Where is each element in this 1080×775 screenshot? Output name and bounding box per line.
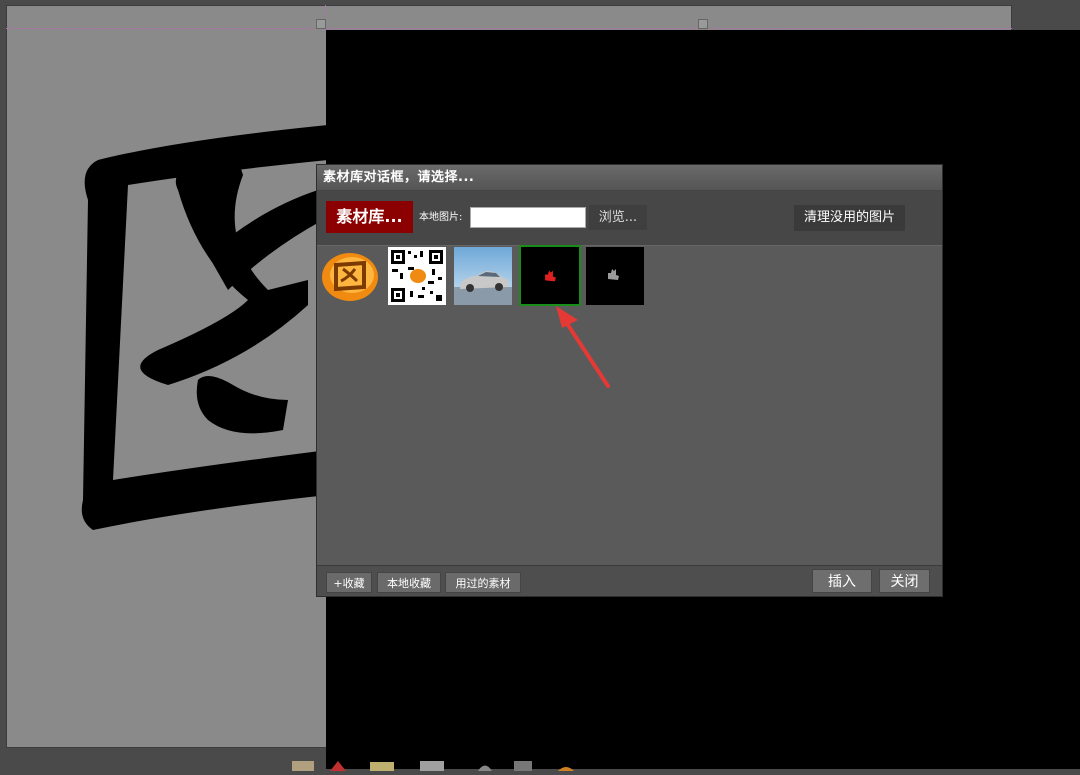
- local-favorites-button[interactable]: 本地收藏: [377, 572, 441, 593]
- red-hand-icon: [521, 247, 579, 304]
- cleanup-unused-images-button[interactable]: 清理没用的图片: [794, 205, 905, 231]
- dialog-footer: +收藏 本地收藏 用过的素材 插入 关闭: [317, 565, 942, 596]
- local-image-input[interactable]: [470, 207, 586, 228]
- resize-handle[interactable]: [316, 19, 326, 29]
- gallery-item[interactable]: [454, 247, 512, 305]
- library-button[interactable]: 素材库...: [326, 201, 413, 233]
- resize-handle[interactable]: [698, 19, 708, 29]
- add-favorite-button[interactable]: +收藏: [326, 572, 372, 593]
- material-gallery: [321, 245, 941, 319]
- dialog-title: 素材库对话框，请选择...: [317, 165, 942, 191]
- insert-button[interactable]: 插入: [812, 569, 872, 593]
- dialog-toolbar: 素材库... 本地图片: 浏览... 清理没用的图片: [317, 191, 942, 246]
- browse-button[interactable]: 浏览...: [589, 205, 647, 230]
- gallery-item[interactable]: [388, 247, 446, 305]
- car-photo-icon: [454, 247, 512, 305]
- gallery-item-selected[interactable]: [519, 245, 581, 306]
- tu-logo-icon: [321, 247, 379, 305]
- taskbar-icons: [290, 756, 590, 771]
- material-library-dialog: 素材库对话框，请选择... 素材库... 本地图片: 浏览... 清理没用的图片: [316, 164, 943, 597]
- guide-line-horizontal: [6, 28, 1012, 29]
- local-image-label: 本地图片:: [419, 212, 463, 223]
- close-button[interactable]: 关闭: [879, 569, 930, 593]
- gray-hand-icon: [586, 247, 644, 305]
- annotation-arrow-icon: [548, 302, 612, 392]
- qr-code-icon: [388, 247, 446, 305]
- gallery-item[interactable]: [321, 247, 379, 305]
- used-materials-button[interactable]: 用过的素材: [445, 572, 521, 593]
- gallery-item[interactable]: [586, 247, 644, 305]
